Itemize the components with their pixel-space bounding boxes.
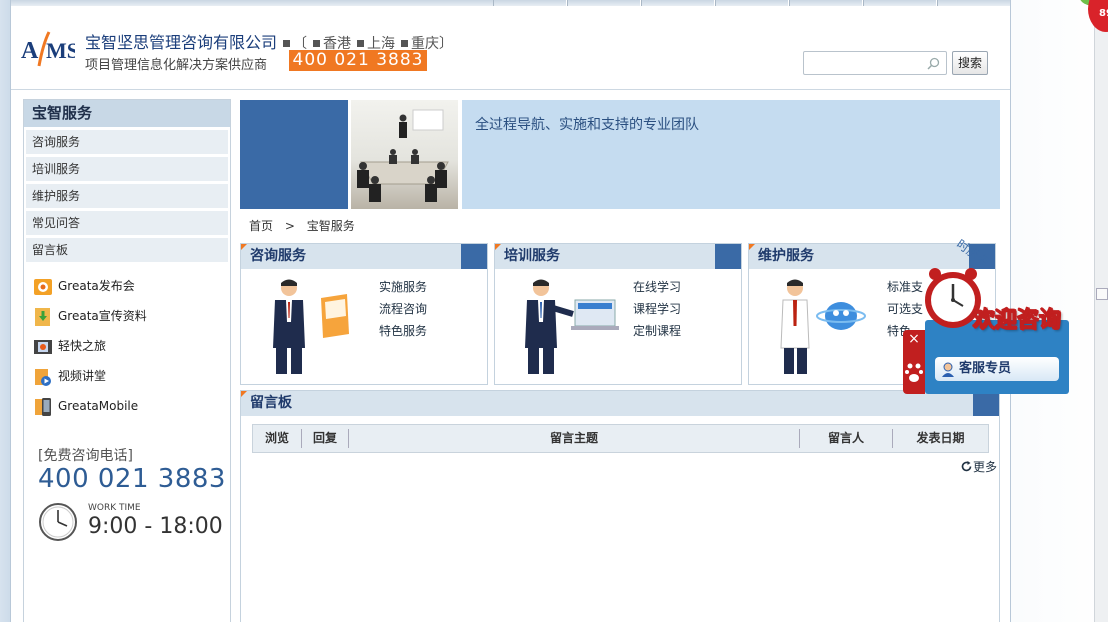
card-title[interactable]: 培训服务 (495, 244, 741, 269)
banner-color-block (240, 100, 348, 209)
resource-label: 轻快之旅 (58, 339, 107, 353)
sidebar-title: 宝智服务 (24, 100, 230, 127)
more-link[interactable]: 更多 (960, 458, 997, 475)
search-input[interactable] (808, 52, 926, 74)
resource-brochure[interactable]: Greata宣传资料 (32, 305, 147, 327)
sidebar: 宝智服务 咨询服务 培训服务 维护服务 常见问答 留言板 Greata发布会 G… (23, 99, 231, 622)
work-time-label: WORK TIME (88, 503, 141, 513)
consultant-figure-icon (273, 279, 349, 374)
online-service-widget: 时服务 客服专员 × 欢迎咨询 (903, 232, 1073, 397)
resource-label: GreataMobile (58, 399, 139, 413)
resource-label: Greata宣传资料 (58, 309, 147, 323)
close-icon[interactable]: × (905, 330, 923, 348)
breadcrumb-home[interactable]: 首页 (249, 219, 273, 233)
banner: 全过程导航、实施和支持的专业团队 (240, 100, 1000, 209)
svg-text:MS: MS (46, 38, 75, 63)
support-figure-icon (780, 279, 866, 374)
breadcrumb: 首页 > 宝智服务 (249, 217, 355, 234)
free-call-label: [免费咨询电话] (38, 448, 133, 464)
card-tag (461, 244, 487, 269)
scrollbar-thumb[interactable] (1096, 288, 1108, 300)
search-button[interactable]: 搜索 (952, 51, 988, 75)
customer-service-label: 客服专员 (959, 361, 1012, 376)
message-board: 留言板 浏览 回复 留言主题 留言人 发表日期 更多 (240, 390, 1000, 622)
column-header-replies: 回复 (312, 431, 337, 445)
more-label: 更多 (973, 460, 998, 474)
column-header-subject: 留言主题 (549, 431, 598, 445)
aims-logo-icon: A MS (21, 31, 79, 67)
resource-release[interactable]: Greata发布会 (32, 275, 135, 297)
customer-service-button[interactable]: 客服专员 (935, 357, 1059, 381)
card-title[interactable]: 咨询服务 (241, 244, 487, 269)
banner-text-area: 全过程导航、实施和支持的专业团队 (462, 100, 1000, 209)
column-header-date: 发表日期 (916, 431, 965, 445)
sidebar-item-faq[interactable]: 常见问答 (26, 211, 228, 236)
card-link[interactable]: 流程咨询 (379, 300, 427, 317)
hotline-badge: 400 021 3883 (289, 50, 427, 71)
refresh-icon (961, 461, 972, 472)
film-icon (34, 339, 52, 354)
header: A MS 宝智坚思管理咨询有限公司〔香港上海重庆〕 项目管理信息化解决方案供应商… (11, 6, 1010, 90)
meeting-photo-icon (357, 109, 449, 202)
bracket-close: 〕 (439, 36, 454, 52)
card-link[interactable]: 定制课程 (633, 322, 681, 339)
notification-badge[interactable]: 89 (1088, 0, 1108, 32)
sidebar-item-consulting[interactable]: 咨询服务 (26, 130, 228, 155)
video-icon (35, 368, 51, 386)
resource-video[interactable]: 视频讲堂 (32, 365, 106, 387)
widget-arc-text: 时服务 (953, 236, 992, 269)
aims-logo[interactable]: A MS (19, 20, 79, 76)
column-header-views: 浏览 (264, 431, 289, 445)
scrollbar[interactable] (1094, 0, 1108, 622)
message-table-header: 浏览 回复 留言主题 留言人 发表日期 (252, 424, 989, 453)
release-icon (34, 278, 52, 295)
page: A MS 宝智坚思管理咨询有限公司〔香港上海重庆〕 项目管理信息化解决方案供应商… (10, 0, 1011, 622)
card-tag (715, 244, 741, 269)
card-link[interactable]: 特色服务 (379, 322, 427, 339)
sidebar-item-message-board[interactable]: 留言板 (26, 238, 228, 263)
sidebar-item-training[interactable]: 培训服务 (26, 157, 228, 182)
agent-icon (942, 362, 954, 377)
column-header-author: 留言人 (827, 431, 864, 445)
search-box[interactable] (803, 51, 947, 75)
welcome-text: 欢迎咨询 (972, 308, 1062, 334)
company-name: 宝智坚思管理咨询有限公司 (85, 33, 278, 52)
trainer-figure-icon (525, 279, 619, 374)
resource-label: Greata发布会 (58, 279, 135, 293)
work-time-value: 9:00 - 18:00 (88, 514, 223, 539)
card-training: 培训服务 在线学习 课程学习 定制课程 (494, 243, 742, 385)
download-icon (35, 307, 50, 326)
card-consulting: 咨询服务 实施服务 流程咨询 特色服务 (240, 243, 488, 385)
mobile-icon (35, 397, 51, 416)
sidebar-item-maintenance[interactable]: 维护服务 (26, 184, 228, 209)
card-link[interactable]: 实施服务 (379, 278, 427, 295)
message-board-title[interactable]: 留言板 (241, 391, 973, 416)
svg-text:A: A (21, 38, 39, 64)
slogan: 项目管理信息化解决方案供应商 (85, 58, 268, 73)
resource-tour[interactable]: 轻快之旅 (32, 335, 106, 357)
resource-mobile[interactable]: GreataMobile (32, 395, 138, 417)
resource-label: 视频讲堂 (58, 369, 107, 383)
card-link[interactable]: 课程学习 (633, 300, 681, 317)
card-link[interactable]: 在线学习 (633, 278, 681, 295)
banner-photo (351, 100, 458, 209)
free-call-number: 400 021 3883 (38, 464, 226, 494)
search-icon (927, 57, 940, 70)
breadcrumb-current: 宝智服务 (306, 219, 355, 233)
breadcrumb-separator: > (284, 219, 295, 233)
banner-tagline: 全过程导航、实施和支持的专业团队 (475, 117, 699, 133)
clock-icon (39, 503, 77, 541)
